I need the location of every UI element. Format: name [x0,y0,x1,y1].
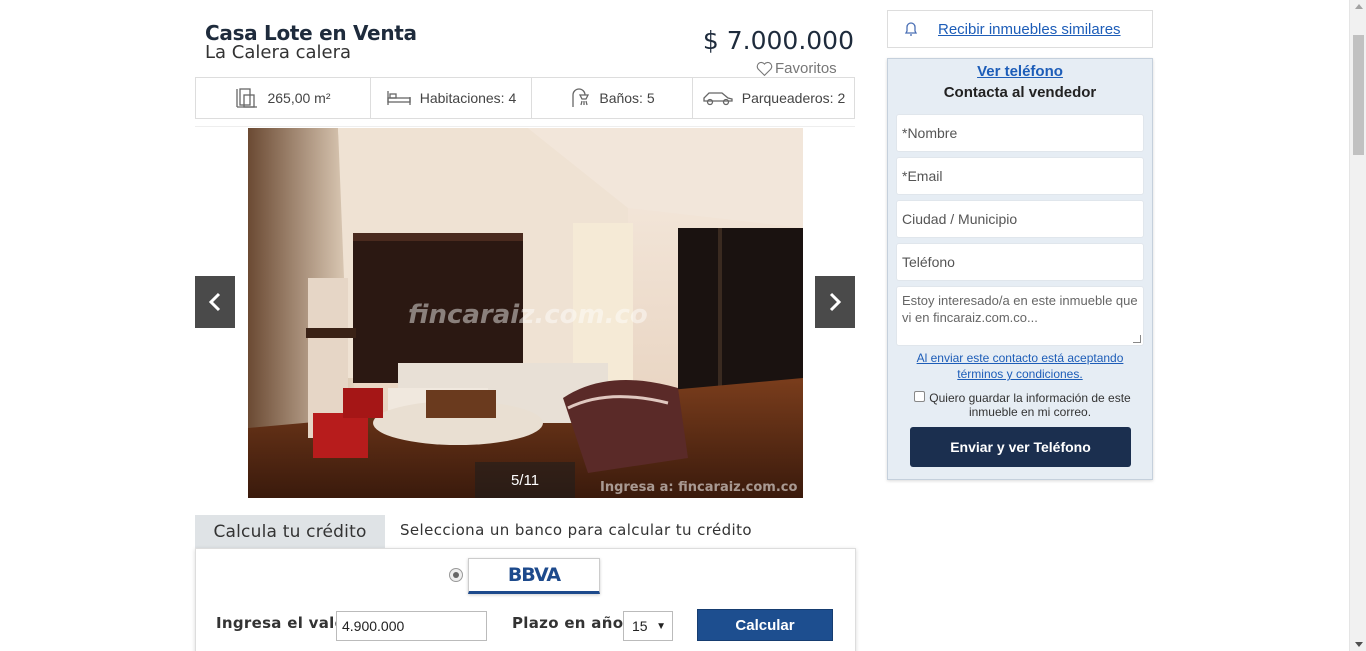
credit-note: Selecciona un banco para calcular tu cré… [400,521,752,539]
name-field[interactable]: *Nombre [896,114,1144,152]
car-icon [703,92,733,106]
next-photo-button[interactable] [815,276,855,328]
features-bar: 265,00 m² Habitaciones: 4 Baños: 5 Parqu… [195,77,855,119]
page-scrollbar[interactable] [1349,0,1366,651]
phone-field[interactable]: Teléfono [896,243,1144,281]
similar-alert: Recibir inmuebles similares [887,10,1153,48]
save-info-checkbox[interactable] [914,391,925,402]
property-photo[interactable]: fincaraiz.com.co Ingresa a: fincaraiz.co… [248,128,803,498]
chevron-right-icon [829,292,842,312]
watermark-small: Ingresa a: fincaraiz.com.co [600,480,798,495]
dropdown-arrow-icon: ▼ [656,621,666,632]
calculate-button[interactable]: Calcular [697,609,833,641]
heart-icon [756,61,773,76]
credit-tab[interactable]: Calcula tu crédito [195,515,385,548]
resize-handle-icon[interactable] [1133,335,1141,343]
contact-title: Contacta al vendedor [943,84,1097,101]
feature-rooms: Habitaciones: 4 [371,78,532,118]
scroll-down-icon[interactable] [1355,642,1363,647]
building-area-icon [236,88,258,108]
feature-baths: Baños: 5 [532,78,693,118]
similar-link[interactable]: Recibir inmuebles similares [938,21,1121,38]
value-label: Ingresa el valor [216,614,353,632]
chevron-left-icon [208,292,221,312]
message-placeholder: Estoy interesado/a en este inmueble que … [902,293,1138,325]
shower-icon [572,88,590,107]
city-field[interactable]: Ciudad / Municipio [896,200,1144,238]
value-input[interactable] [336,611,487,641]
prev-photo-button[interactable] [195,276,235,328]
see-phone-link[interactable]: Ver teléfono [888,63,1152,80]
bell-icon [904,22,918,36]
bank-radio[interactable] [449,568,463,582]
scroll-up-icon[interactable] [1355,4,1363,9]
feature-baths-label: Baños: 5 [599,90,655,106]
email-field[interactable]: *Email [896,157,1144,195]
send-button[interactable]: Enviar y ver Teléfono [910,427,1131,467]
favorites-button[interactable]: Favoritos [756,60,837,77]
feature-rooms-label: Habitaciones: 4 [419,90,517,106]
save-info-label: Quiero guardar la información de este in… [929,391,1131,419]
term-value: 15 [632,618,648,634]
photo-counter: 5/11 [475,462,575,498]
term-select[interactable]: 15 ▼ [623,611,673,641]
divider [195,126,855,127]
feature-area: 265,00 m² [196,78,371,118]
listing-location: La Calera calera [205,42,352,63]
living-room-photo: fincaraiz.com.co Ingresa a: fincaraiz.co… [248,128,803,498]
feature-parking-label: Parqueaderos: 2 [741,90,846,106]
terms-link[interactable]: Al enviar este contacto está aceptando t… [908,350,1132,382]
feature-parking: Parqueaderos: 2 [693,78,854,118]
message-field[interactable]: Estoy interesado/a en este inmueble que … [896,286,1144,346]
contact-form: Ver teléfono Contacta al vendedor *Nombr… [887,58,1153,480]
feature-area-label: 265,00 m² [267,90,331,106]
listing-price: $ 7.000.000 [702,26,854,55]
bed-icon [387,91,411,105]
bank-logo-bbva[interactable]: BBVA [468,558,600,594]
favorites-label: Favoritos [775,60,837,77]
watermark: fincaraiz.com.co [408,300,648,330]
term-label: Plazo en años [512,614,633,632]
scroll-thumb[interactable] [1353,35,1364,155]
property-page: Casa Lote en Venta La Calera calera $ 7.… [0,0,1366,651]
